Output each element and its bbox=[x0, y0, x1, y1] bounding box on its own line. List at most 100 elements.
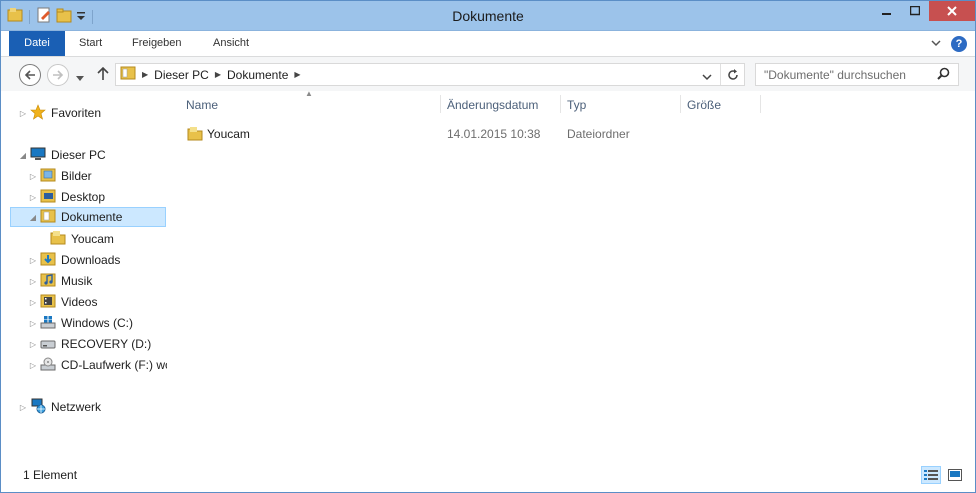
search-placeholder: "Dokumente" durchsuchen bbox=[764, 67, 906, 82]
nav-item-label: Desktop bbox=[61, 190, 106, 204]
nav-item-desktop[interactable]: ▷ Desktop bbox=[28, 187, 105, 207]
videos-folder-icon bbox=[40, 293, 56, 312]
column-header-type[interactable]: Typ bbox=[567, 91, 586, 119]
ribbon-tabs: Datei Start Freigeben Ansicht ? bbox=[1, 31, 975, 57]
expand-icon[interactable]: ▷ bbox=[28, 193, 38, 202]
tab-ansicht[interactable]: Ansicht bbox=[213, 31, 249, 56]
explorer-window: Dokumente Datei Start Freigeben Ansicht … bbox=[0, 0, 976, 493]
navigation-pane: ▷ Favoriten ◢ Dieser PC ▷ Bilder ▷ Deskt… bbox=[1, 91, 167, 461]
large-icons-view-button[interactable] bbox=[945, 466, 965, 484]
breadcrumb-dokumente[interactable]: Dokumente bbox=[227, 68, 288, 82]
expand-icon[interactable]: ▷ bbox=[28, 340, 38, 349]
up-button[interactable] bbox=[97, 66, 109, 84]
desktop-folder-icon bbox=[40, 188, 56, 207]
column-divider[interactable] bbox=[680, 95, 681, 113]
minimize-button[interactable] bbox=[873, 1, 901, 21]
nav-item-label: CD-Laufwerk (F:) wc bbox=[61, 358, 167, 372]
nav-item-youcam[interactable]: Youcam bbox=[38, 229, 114, 249]
search-icon[interactable] bbox=[937, 67, 950, 83]
nav-item-dieser-pc[interactable]: ◢ Dieser PC bbox=[18, 145, 106, 165]
nav-item-label: Dokumente bbox=[61, 210, 123, 224]
maximize-button[interactable] bbox=[901, 1, 929, 21]
chevron-down-icon bbox=[702, 74, 712, 81]
breadcrumb-separator[interactable]: ▶ bbox=[294, 70, 300, 79]
collapse-icon[interactable]: ◢ bbox=[28, 213, 38, 222]
maximize-icon bbox=[910, 6, 920, 16]
nav-item-label: Musik bbox=[61, 274, 93, 288]
drive-icon bbox=[40, 335, 56, 354]
downloads-folder-icon bbox=[40, 251, 56, 270]
documents-folder-icon bbox=[120, 65, 136, 84]
close-button[interactable] bbox=[929, 1, 975, 21]
expand-icon[interactable]: ▷ bbox=[28, 172, 38, 181]
table-row[interactable]: Youcam 14.01.2015 10:38 Dateiordner bbox=[185, 123, 665, 145]
documents-folder-icon bbox=[40, 208, 56, 227]
tab-datei[interactable]: Datei bbox=[9, 31, 65, 56]
windows-drive-icon bbox=[40, 314, 56, 333]
pictures-folder-icon bbox=[40, 167, 56, 186]
address-bar[interactable]: ▶ Dieser PC ▶ Dokumente ▶ bbox=[115, 63, 745, 86]
help-button[interactable]: ? bbox=[951, 36, 967, 52]
column-header-name[interactable]: Name bbox=[186, 91, 218, 119]
arrow-right-icon bbox=[53, 70, 64, 80]
details-view-button[interactable] bbox=[921, 466, 941, 484]
breadcrumb-dieser-pc[interactable]: Dieser PC bbox=[154, 68, 209, 82]
column-divider[interactable] bbox=[440, 95, 441, 113]
minimize-icon bbox=[882, 13, 891, 15]
recent-locations-button[interactable] bbox=[76, 71, 84, 85]
nav-item-favoriten[interactable]: ▷ Favoriten bbox=[18, 103, 101, 123]
expand-icon[interactable]: ▷ bbox=[28, 256, 38, 265]
nav-item-recovery-d[interactable]: ▷ RECOVERY (D:) bbox=[28, 334, 151, 354]
address-history-button[interactable] bbox=[702, 71, 712, 85]
arrow-up-icon bbox=[97, 66, 109, 80]
nav-item-downloads[interactable]: ▷ Downloads bbox=[28, 250, 120, 270]
music-folder-icon bbox=[40, 272, 56, 291]
expand-icon[interactable]: ▷ bbox=[18, 109, 28, 118]
chevron-down-icon bbox=[76, 76, 84, 81]
file-list: ▲ Name Änderungsdatum Typ Größe Youcam 1… bbox=[177, 89, 975, 461]
network-icon bbox=[30, 398, 46, 417]
column-header-size[interactable]: Größe bbox=[687, 91, 721, 119]
star-icon bbox=[30, 103, 46, 123]
status-bar: 1 Element bbox=[1, 461, 975, 492]
column-divider[interactable] bbox=[760, 95, 761, 113]
folder-icon bbox=[50, 230, 66, 249]
breadcrumb-separator[interactable]: ▶ bbox=[142, 70, 148, 79]
expand-icon[interactable]: ▷ bbox=[28, 361, 38, 370]
expand-icon[interactable]: ▷ bbox=[28, 277, 38, 286]
breadcrumb-separator[interactable]: ▶ bbox=[215, 70, 221, 79]
nav-item-cd-laufwerk-f[interactable]: ▷ CD-Laufwerk (F:) wc bbox=[28, 355, 167, 375]
search-input[interactable]: "Dokumente" durchsuchen bbox=[755, 63, 959, 86]
nav-item-musik[interactable]: ▷ Musik bbox=[28, 271, 92, 291]
expand-icon[interactable]: ▷ bbox=[28, 298, 38, 307]
window-controls bbox=[873, 1, 975, 21]
nav-item-label: Dieser PC bbox=[51, 148, 106, 162]
computer-icon bbox=[30, 146, 46, 165]
expand-icon[interactable]: ▷ bbox=[18, 403, 28, 412]
column-divider[interactable] bbox=[560, 95, 561, 113]
nav-item-label: Youcam bbox=[71, 232, 114, 246]
window-title: Dokumente bbox=[452, 8, 524, 24]
nav-item-label: RECOVERY (D:) bbox=[61, 337, 152, 351]
tab-start[interactable]: Start bbox=[79, 31, 102, 56]
nav-item-label: Netzwerk bbox=[51, 400, 102, 414]
forward-button[interactable] bbox=[47, 64, 69, 86]
arrow-left-icon bbox=[24, 70, 35, 80]
tab-freigeben[interactable]: Freigeben bbox=[132, 31, 182, 56]
nav-item-label: Downloads bbox=[61, 253, 121, 267]
nav-item-windows-c[interactable]: ▷ Windows (C:) bbox=[28, 313, 133, 333]
expand-ribbon-button[interactable] bbox=[931, 37, 941, 51]
back-button[interactable] bbox=[19, 64, 41, 86]
nav-item-videos[interactable]: ▷ Videos bbox=[28, 292, 97, 312]
chevron-down-icon bbox=[931, 40, 941, 47]
file-name: Youcam bbox=[207, 127, 250, 141]
column-header-date[interactable]: Änderungsdatum bbox=[447, 91, 538, 119]
expand-icon[interactable]: ▷ bbox=[28, 319, 38, 328]
refresh-button[interactable] bbox=[720, 64, 744, 85]
nav-item-bilder[interactable]: ▷ Bilder bbox=[28, 166, 92, 186]
cd-drive-icon bbox=[40, 356, 56, 375]
nav-item-netzwerk[interactable]: ▷ Netzwerk bbox=[18, 397, 101, 417]
ribbon-right-controls: ? bbox=[931, 36, 967, 52]
collapse-icon[interactable]: ◢ bbox=[18, 151, 28, 160]
nav-item-dokumente[interactable]: ◢ Dokumente bbox=[10, 207, 166, 227]
